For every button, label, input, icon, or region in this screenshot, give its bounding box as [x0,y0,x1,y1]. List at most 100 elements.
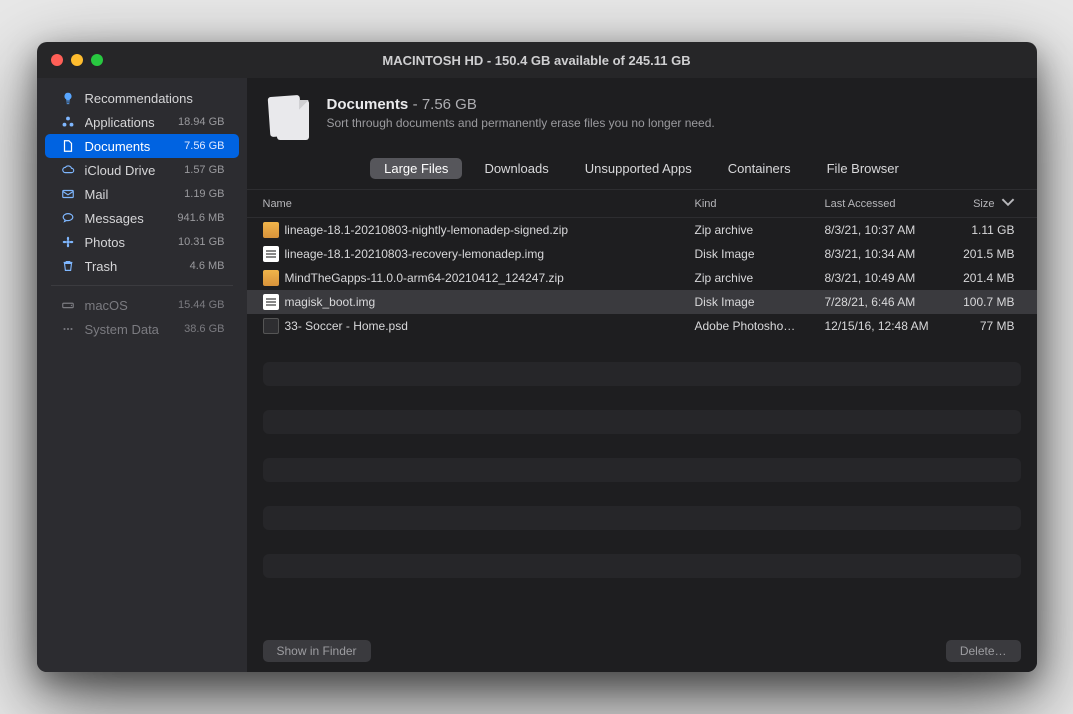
col-date[interactable]: Last Accessed [817,195,947,212]
window-title: MACINTOSH HD - 150.4 GB available of 245… [37,53,1037,68]
mail-icon [59,187,77,201]
section-subtitle: Sort through documents and permanently e… [327,116,715,130]
tab-unsupported-apps[interactable]: Unsupported Apps [571,158,706,179]
empty-row [263,554,1021,578]
file-img-icon [263,246,279,262]
table-header: Name Kind Last Accessed Size [247,189,1037,218]
sidebar-item-label: System Data [85,322,185,337]
file-kind: Disk Image [687,295,817,309]
file-kind: Zip archive [687,223,817,237]
tab-bar: Large Files Downloads Unsupported Apps Cont… [247,152,1037,189]
footer: Show in Finder Delete… [247,630,1037,672]
sidebar-item-size: 4.6 MB [190,260,225,272]
file-name: lineage-18.1-20210803-nightly-lemonadep-… [285,223,569,237]
sidebar-item-label: Applications [85,115,179,130]
sidebar-item-macos: macOS15.44 GB [45,293,239,317]
tab-large-files[interactable]: Large Files [370,158,462,179]
main-pane: Documents - 7.56 GB Sort through documen… [247,78,1037,672]
col-size[interactable]: Size [947,195,1037,212]
delete-button[interactable]: Delete… [946,640,1021,662]
sidebar-item-messages[interactable]: Messages941.6 MB [45,206,239,230]
file-zip-icon [263,270,279,286]
file-size: 201.5 MB [947,247,1037,261]
file-date: 8/3/21, 10:37 AM [817,223,947,237]
sidebar: RecommendationsApplications18.94 GBDocum… [37,78,247,672]
table-row[interactable]: 33- Soccer - Home.psd Adobe Photosho…12/1… [247,314,1037,338]
sidebar-item-label: macOS [85,298,179,313]
sidebar-item-size: 1.57 GB [184,164,224,176]
file-date: 8/3/21, 10:49 AM [817,271,947,285]
empty-row [263,506,1021,530]
apps-icon [59,115,77,129]
sidebar-item-icloud-drive[interactable]: iCloud Drive1.57 GB [45,158,239,182]
file-date: 7/28/21, 6:46 AM [817,295,947,309]
bulb-icon [59,91,77,105]
sidebar-divider [51,285,233,286]
file-name: lineage-18.1-20210803-recovery-lemonadep… [285,247,545,261]
table-row[interactable]: lineage-18.1-20210803-nightly-lemonadep-… [247,218,1037,242]
file-zip-icon [263,222,279,238]
dots-icon [59,322,77,336]
section-header: Documents - 7.56 GB Sort through documen… [247,78,1037,152]
documents-icon [267,96,311,140]
tab-downloads[interactable]: Downloads [470,158,562,179]
file-name: MindTheGapps-11.0.0-arm64-20210412_12424… [285,271,564,285]
storage-management-window: MACINTOSH HD - 150.4 GB available of 245… [37,42,1037,672]
file-date: 8/3/21, 10:34 AM [817,247,947,261]
sidebar-item-size: 38.6 GB [184,323,224,335]
sidebar-item-size: 1.19 GB [184,188,224,200]
sidebar-item-trash[interactable]: Trash4.6 MB [45,254,239,278]
file-size: 1.11 GB [947,223,1037,237]
tab-containers[interactable]: Containers [714,158,805,179]
file-img-icon [263,294,279,310]
empty-row [263,458,1021,482]
sidebar-item-size: 10.31 GB [178,236,224,248]
section-title: Documents [327,96,409,113]
sidebar-item-label: Messages [85,211,178,226]
msg-icon [59,211,77,225]
empty-row [263,362,1021,386]
sidebar-item-label: Recommendations [85,91,225,106]
sidebar-item-recommendations[interactable]: Recommendations [45,86,239,110]
sidebar-item-size: 941.6 MB [177,212,224,224]
col-name[interactable]: Name [247,195,687,212]
file-size: 77 MB [947,319,1037,333]
col-kind[interactable]: Kind [687,195,817,212]
file-kind: Adobe Photosho… [687,319,817,333]
cloud-icon [59,163,77,177]
file-size: 201.4 MB [947,271,1037,285]
sidebar-item-system-data: System Data38.6 GB [45,317,239,341]
empty-row [263,410,1021,434]
sidebar-item-label: Photos [85,235,179,250]
file-name: 33- Soccer - Home.psd [285,319,408,333]
table-row[interactable]: MindTheGapps-11.0.0-arm64-20210412_12424… [247,266,1037,290]
section-size: - 7.56 GB [413,96,477,113]
doc-icon [59,139,77,153]
file-date: 12/15/16, 12:48 AM [817,319,947,333]
sidebar-item-mail[interactable]: Mail1.19 GB [45,182,239,206]
file-kind: Disk Image [687,247,817,261]
drive-icon [59,298,77,312]
tab-file-browser[interactable]: File Browser [813,158,913,179]
sidebar-item-label: Trash [85,259,190,274]
sidebar-item-documents[interactable]: Documents7.56 GB [45,134,239,158]
sidebar-item-size: 7.56 GB [184,140,224,152]
sidebar-item-photos[interactable]: Photos10.31 GB [45,230,239,254]
file-list[interactable]: lineage-18.1-20210803-nightly-lemonadep-… [247,218,1037,630]
sidebar-item-size: 18.94 GB [178,116,224,128]
file-name: magisk_boot.img [285,295,376,309]
table-row[interactable]: lineage-18.1-20210803-recovery-lemonadep… [247,242,1037,266]
chevron-down-icon [1001,195,1015,212]
table-row[interactable]: magisk_boot.img Disk Image7/28/21, 6:46 A… [247,290,1037,314]
sidebar-item-applications[interactable]: Applications18.94 GB [45,110,239,134]
file-size: 100.7 MB [947,295,1037,309]
sidebar-item-label: iCloud Drive [85,163,185,178]
show-in-finder-button[interactable]: Show in Finder [263,640,371,662]
sidebar-item-label: Documents [85,139,185,154]
sidebar-item-label: Mail [85,187,185,202]
photos-icon [59,235,77,249]
trash-icon [59,259,77,273]
file-psd-icon [263,318,279,334]
sidebar-item-size: 15.44 GB [178,299,224,311]
titlebar[interactable]: MACINTOSH HD - 150.4 GB available of 245… [37,42,1037,78]
